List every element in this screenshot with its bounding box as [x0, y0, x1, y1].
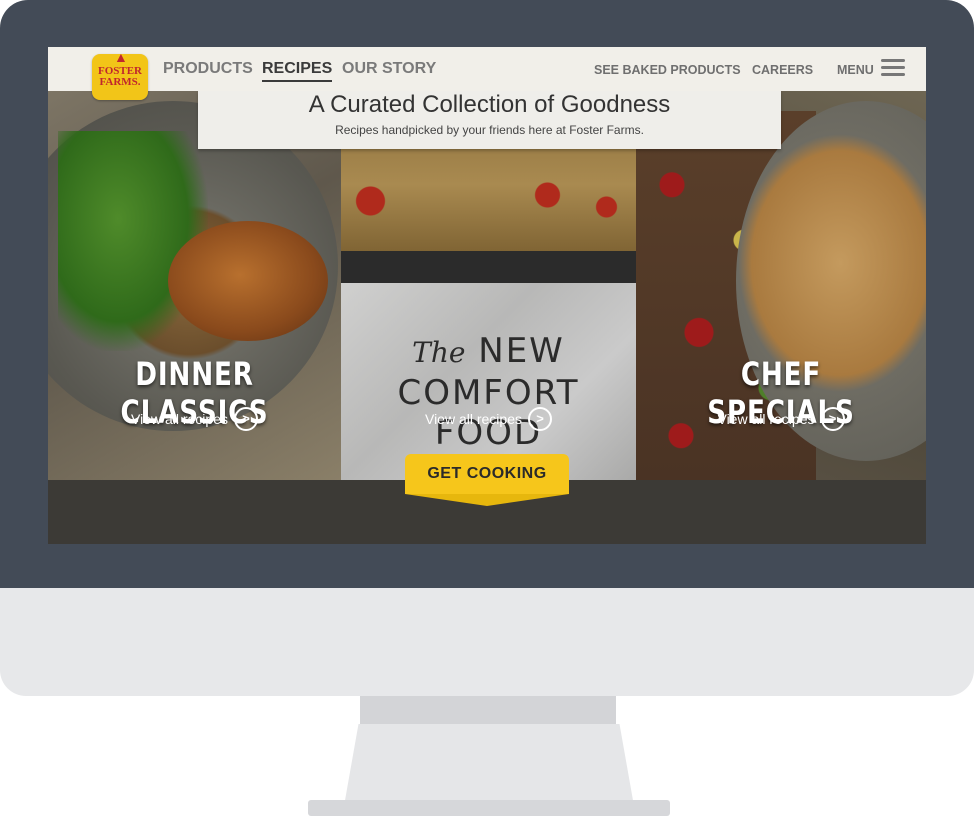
tomato-topping — [341, 171, 636, 231]
nav-products[interactable]: PRODUCTS — [163, 60, 253, 78]
chevron-right-icon: > — [528, 407, 552, 431]
panel-new-comfort-food[interactable]: The NEW COMFORT FOOD View all recipes > — [341, 91, 636, 480]
panel-chef-specials[interactable]: CHEF SPECIALS View all recipes > — [636, 91, 926, 480]
view-all-recipes-comfort[interactable]: View all recipes > — [341, 407, 636, 431]
curated-banner: A Curated Collection of Goodness Recipes… — [198, 91, 781, 149]
chevron-right-icon: > — [820, 407, 845, 431]
banner-subtitle: Recipes handpicked by your friends here … — [335, 123, 644, 137]
nav-see-baked-products[interactable]: SEE BAKED PRODUCTS — [594, 63, 741, 77]
logo-text: FOSTER FARMS. — [97, 65, 142, 88]
view-all-recipes-dinner[interactable]: View all recipes > — [48, 407, 341, 431]
chicken-image — [168, 221, 328, 341]
banner-title: A Curated Collection of Goodness — [308, 91, 671, 118]
view-link-label: View all recipes — [717, 411, 815, 427]
monitor-stand — [344, 724, 634, 806]
monitor-chin — [0, 588, 974, 696]
website-screen: ▲ FOSTER FARMS. PRODUCTS RECIPES OUR STO… — [48, 47, 926, 544]
dark-slate — [341, 251, 636, 283]
panel-dinner-classics[interactable]: DINNER CLASSICS View all recipes > — [48, 91, 341, 480]
view-all-recipes-chef[interactable]: View all recipes > — [636, 407, 926, 431]
foster-farms-logo[interactable]: ▲ FOSTER FARMS. — [92, 49, 148, 100]
get-cooking-label: GET COOKING — [405, 454, 569, 494]
nav-careers[interactable]: CAREERS — [752, 63, 813, 77]
rooster-icon: ▲ — [114, 49, 128, 65]
view-link-label: View all recipes — [424, 411, 522, 427]
chevron-right-icon: > — [234, 407, 258, 431]
view-link-label: View all recipes — [130, 411, 228, 427]
nav-recipes[interactable]: RECIPES — [262, 60, 333, 82]
title-the: The — [412, 336, 466, 369]
top-navigation: ▲ FOSTER FARMS. PRODUCTS RECIPES OUR STO… — [48, 47, 926, 100]
menu-icon[interactable] — [881, 59, 905, 77]
panel-title-new-comfort-food: The NEW COMFORT FOOD — [341, 331, 636, 453]
get-cooking-button[interactable]: GET COOKING — [405, 454, 569, 506]
nav-menu[interactable]: MENU — [837, 63, 874, 77]
monitor-neck — [360, 696, 616, 724]
button-pointer — [405, 494, 569, 506]
monitor-foot — [308, 800, 670, 816]
nav-our-story[interactable]: OUR STORY — [342, 60, 436, 78]
title-new: NEW — [478, 331, 565, 371]
